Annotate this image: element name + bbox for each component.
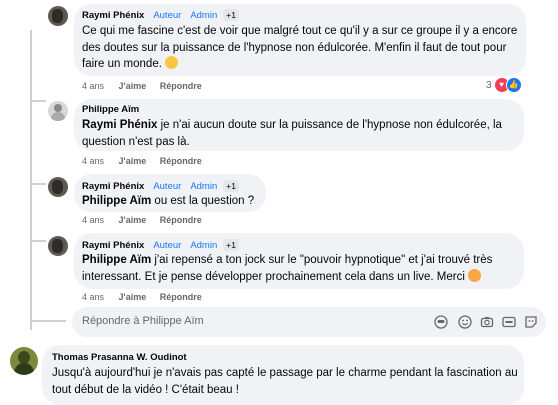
comment-text: Philippe Aïm j'ai repensé a ton jock sur… — [82, 252, 522, 285]
reply-placeholder: Répondre à Philippe Aïm — [82, 315, 204, 327]
reply-button[interactable]: Répondre — [160, 156, 202, 166]
role-badge: Auteur — [153, 180, 182, 192]
avatar[interactable] — [48, 177, 68, 197]
thinking-emoji-icon — [165, 56, 179, 69]
author-name[interactable]: Philippe Aïm — [82, 104, 139, 115]
author-name[interactable]: Raymi Phénix — [82, 240, 144, 251]
comment-header: Philippe Aïm — [82, 104, 139, 115]
extra-badges[interactable]: +1 — [223, 239, 239, 251]
comment-header: Raymi Phénix Auteur Admin +1 — [82, 9, 239, 21]
avatar[interactable] — [10, 347, 38, 375]
reactions-count: 3 — [486, 79, 492, 91]
role-badge: Admin — [190, 239, 218, 251]
avatar-sticker-icon[interactable] — [434, 315, 448, 329]
mention-link[interactable]: Raymi Phénix — [82, 119, 157, 131]
reply-input[interactable]: Répondre à Philippe Aïm — [72, 307, 546, 337]
timestamp[interactable]: 4 ans — [82, 156, 104, 166]
reply-button[interactable]: Répondre — [160, 292, 202, 302]
emoji-icon[interactable] — [458, 315, 472, 329]
comment-text: Raymi Phénix je n'ai aucun doute sur la … — [82, 117, 522, 150]
like-button[interactable]: J'aime — [119, 156, 147, 166]
gif-icon[interactable] — [502, 315, 516, 329]
reply-button[interactable]: Répondre — [160, 215, 202, 225]
comment-body: Ce qui me fascine c'est de voir que malg… — [82, 25, 518, 70]
thread-branch — [30, 320, 66, 322]
comment-text: Ce qui me fascine c'est de voir que malg… — [82, 23, 522, 73]
comment-text: Jusqu'à aujourd'hui je n'avais pas capté… — [52, 365, 522, 398]
role-badge: Admin — [190, 9, 218, 21]
thread-line — [30, 30, 32, 330]
avatar[interactable] — [48, 101, 68, 121]
role-badge: Auteur — [153, 239, 182, 251]
author-name[interactable]: Raymi Phénix — [82, 10, 144, 21]
mention-link[interactable]: Philippe Aïm — [82, 254, 151, 266]
role-badge: Auteur — [153, 9, 182, 21]
like-button[interactable]: J'aime — [119, 292, 147, 302]
thread-branch — [30, 240, 46, 242]
author-name[interactable]: Thomas Prasanna W. Oudinot — [52, 352, 187, 363]
comment-header: Raymi Phénix Auteur Admin +1 — [82, 239, 239, 251]
comment-text: Philippe Aïm ou est la question ? — [82, 193, 282, 210]
comment-body: Jusqu'à aujourd'hui je n'avais pas capté… — [52, 367, 518, 396]
author-name[interactable]: Raymi Phénix — [82, 181, 144, 192]
comment-actions: 4 ans J'aime Répondre — [82, 292, 202, 302]
comment-actions: 4 ans J'aime Répondre — [82, 215, 202, 225]
grin-emoji-icon — [468, 268, 482, 282]
timestamp[interactable]: 4 ans — [82, 292, 104, 302]
avatar[interactable] — [48, 236, 68, 256]
timestamp[interactable]: 4 ans — [82, 215, 104, 225]
comment-body: ou est la question ? — [151, 195, 255, 207]
like-button[interactable]: J'aime — [119, 215, 147, 225]
sticker-icon[interactable] — [524, 315, 538, 329]
comment-header: Raymi Phénix Auteur Admin +1 — [82, 180, 239, 192]
mention-link[interactable]: Philippe Aïm — [82, 195, 151, 207]
thread-branch — [30, 100, 46, 102]
thread-branch — [30, 183, 46, 185]
comment-actions: 4 ans J'aime Répondre — [82, 156, 202, 166]
extra-badges[interactable]: +1 — [223, 180, 239, 192]
comment-actions: 4 ans J'aime Répondre — [82, 81, 202, 91]
like-reaction-icon: 👍 — [505, 77, 522, 93]
extra-badges[interactable]: +1 — [223, 9, 239, 21]
reactions[interactable]: 3 ♥ 👍 — [486, 77, 522, 93]
timestamp[interactable]: 4 ans — [82, 81, 104, 91]
comment-header: Thomas Prasanna W. Oudinot — [52, 352, 187, 363]
reply-button[interactable]: Répondre — [160, 81, 202, 91]
like-button[interactable]: J'aime — [119, 81, 147, 91]
avatar[interactable] — [48, 6, 68, 26]
role-badge: Admin — [190, 180, 218, 192]
camera-icon[interactable] — [480, 315, 494, 329]
